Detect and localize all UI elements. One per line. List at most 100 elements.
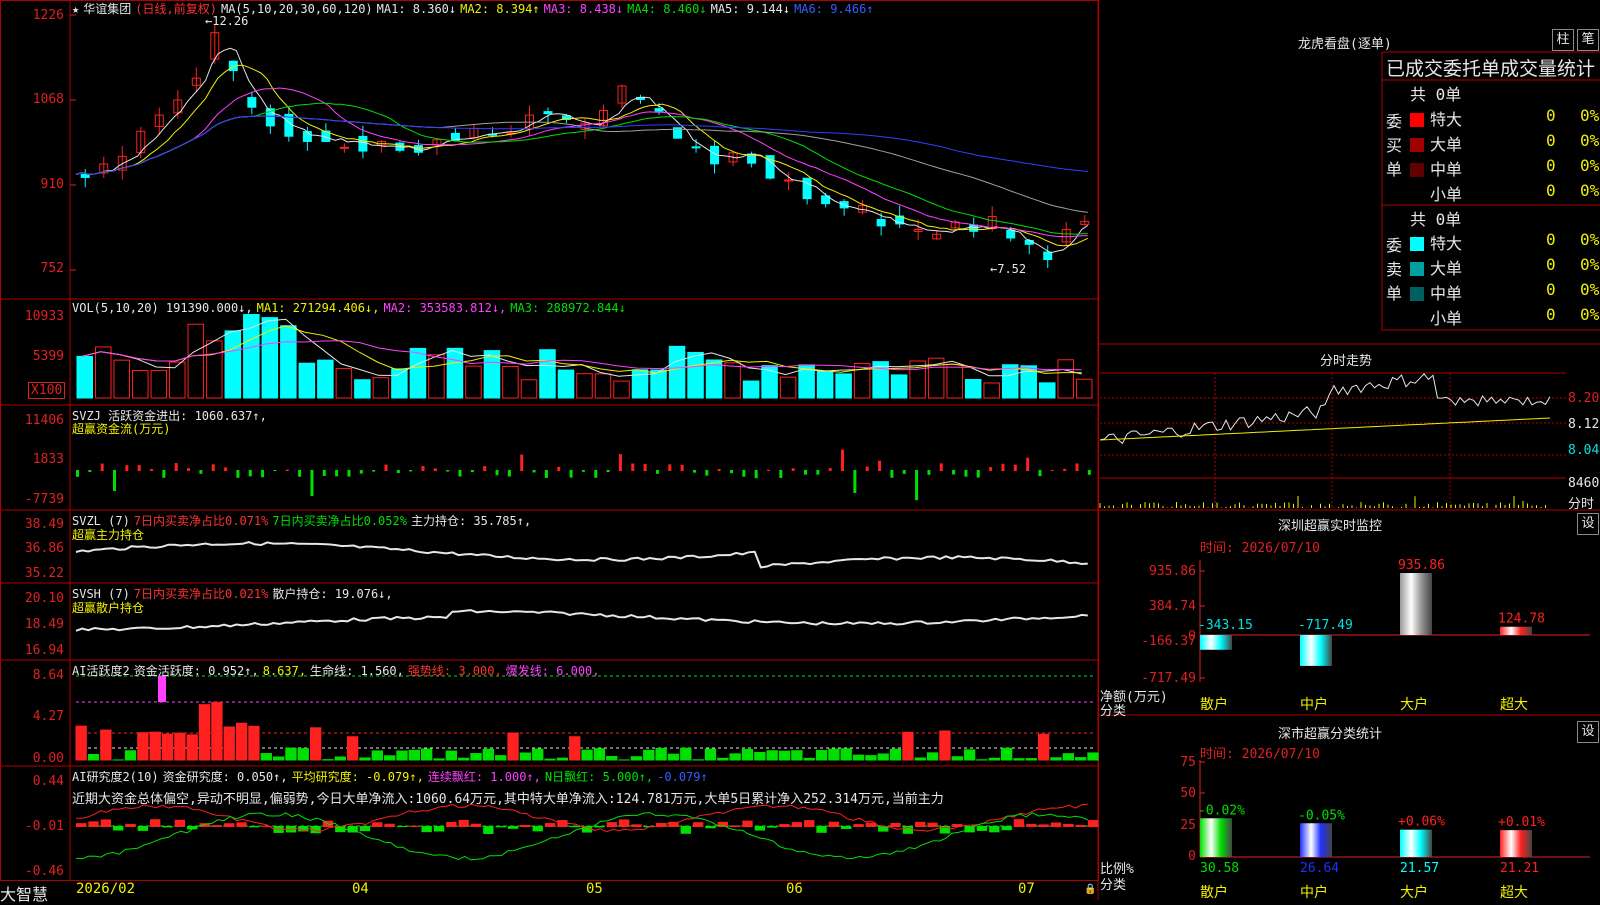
flow-bar (76, 470, 79, 477)
candle (303, 132, 311, 142)
sell-qty: 0 (1546, 280, 1556, 299)
svzl-ratio-b: 7日内买卖净占比0.052% (272, 514, 407, 528)
activity-bar (668, 754, 678, 760)
order-stat-title: 已成交委托单成交量统计 (1386, 54, 1598, 81)
res-axis-label: -0.46 (4, 864, 64, 879)
activity-bar (792, 751, 802, 760)
vol-axis-label: 10933 (4, 309, 64, 324)
activity-bar (533, 749, 543, 760)
class-axis-label: 75 (1180, 755, 1196, 770)
flow-bar (187, 468, 190, 471)
research-bar (705, 826, 715, 828)
research-bar (767, 826, 777, 828)
flow-bar (446, 470, 449, 472)
sell-row: 小单00% (1410, 305, 1598, 329)
buy-qty: 0 (1546, 106, 1556, 125)
buy-swatch (1410, 188, 1424, 202)
monitor-category: 散户 (1200, 696, 1228, 713)
ma-line (76, 65, 1088, 246)
chart-canvas[interactable]: 935.86384.74-166.37-717.490-343.15散户-717… (0, 0, 1600, 900)
x-axis-label: 07 (1018, 881, 1035, 897)
volume-bar (669, 346, 685, 398)
retail-holding-panel (76, 610, 1088, 631)
flow-bar (384, 465, 387, 471)
research-bar (101, 819, 111, 827)
class-bar (1400, 830, 1432, 857)
svzj-axis-label: -7739 (4, 492, 64, 507)
vol-value: VOL(5,10,20) 191390.000↓, (72, 301, 253, 315)
flow-bar (347, 470, 350, 477)
activity-bar (644, 750, 654, 760)
flow-bar (434, 468, 437, 471)
monitor-settings-button[interactable]: 设 (1577, 513, 1599, 535)
svzl-sub: 超赢主力持仓 (72, 526, 144, 543)
flow-bar (1051, 470, 1054, 471)
flow-bar (594, 470, 597, 478)
flow-bar (903, 470, 906, 474)
buy-row: 中单00% (1410, 156, 1598, 180)
research-bar (792, 822, 802, 827)
class-settings-button[interactable]: 设 (1577, 721, 1599, 743)
research-bar (816, 826, 826, 833)
class-value: 21.21 (1500, 861, 1539, 876)
ma-line (76, 116, 1088, 212)
research-bar (841, 826, 851, 829)
volume-bar (1039, 383, 1055, 398)
activity-bar (730, 754, 740, 760)
research-bar (125, 824, 135, 827)
vol-ma3: MA3: 288972.844↓ (510, 301, 626, 315)
flow-bar (668, 464, 671, 471)
activity-bar (816, 750, 826, 760)
price-header: ★华谊集团(日线,前复权)MA(5,10,20,30,60,120)MA1: 8… (72, 0, 878, 17)
activity-panel (76, 676, 1098, 760)
holding-line (76, 542, 1088, 567)
activity-bar (1063, 754, 1073, 760)
research-bar (496, 826, 506, 827)
volume-bar (188, 324, 204, 398)
class-category: 超大 (1500, 885, 1528, 900)
sell-swatch (1410, 287, 1424, 301)
act-burst: 爆发线: 6.000, (506, 664, 600, 678)
stock-name[interactable]: 华谊集团 (83, 2, 131, 16)
research-bar (113, 826, 123, 831)
activity-bar (557, 758, 567, 760)
bar-mode-button[interactable]: 柱 (1552, 29, 1574, 51)
volume-bar (1002, 365, 1018, 398)
monitor-bar (1400, 573, 1432, 635)
research-bar (1014, 819, 1024, 827)
research-bar (755, 826, 765, 831)
flow-bar (952, 470, 955, 474)
activity-bar (1001, 748, 1011, 760)
star-icon[interactable]: ★ (72, 2, 79, 16)
activity-bar (1038, 734, 1048, 760)
flow-bar (471, 470, 474, 472)
class-change: +0.06% (1398, 815, 1445, 830)
act-axis-label: 8.64 (4, 668, 64, 683)
flow-bar (1014, 465, 1017, 471)
brand-logo[interactable]: 大智慧 (0, 881, 48, 905)
price-axis-label: 910 (4, 177, 64, 192)
monitor-category: 超大 (1500, 697, 1528, 713)
volume-bar (1076, 379, 1092, 398)
price-axis-label: 1226 (4, 8, 64, 23)
activity-bar (261, 754, 271, 760)
activity-bar (1075, 758, 1085, 760)
activity-bar (187, 735, 197, 760)
res-axis-label: 0.44 (4, 774, 64, 789)
flow-bar (483, 466, 486, 471)
buy-qty: 0 (1546, 131, 1556, 150)
vol-unit: X100 (28, 382, 65, 399)
lock-icon[interactable]: 🔒 (1084, 884, 1096, 895)
volume-bar (336, 369, 352, 398)
activity-bar (964, 750, 974, 760)
vol-axis-label: 5399 (4, 349, 64, 364)
research-bar (384, 824, 394, 827)
sell-swatch (1410, 312, 1424, 326)
svzj-axis-label: 11406 (4, 413, 64, 428)
pen-mode-button[interactable]: 笔 (1577, 29, 1599, 51)
research-bar (977, 826, 987, 831)
class-change: -0.05% (1298, 808, 1345, 823)
volume-bar (984, 383, 1000, 398)
flow-bar (656, 470, 659, 474)
research-bar (718, 822, 728, 827)
